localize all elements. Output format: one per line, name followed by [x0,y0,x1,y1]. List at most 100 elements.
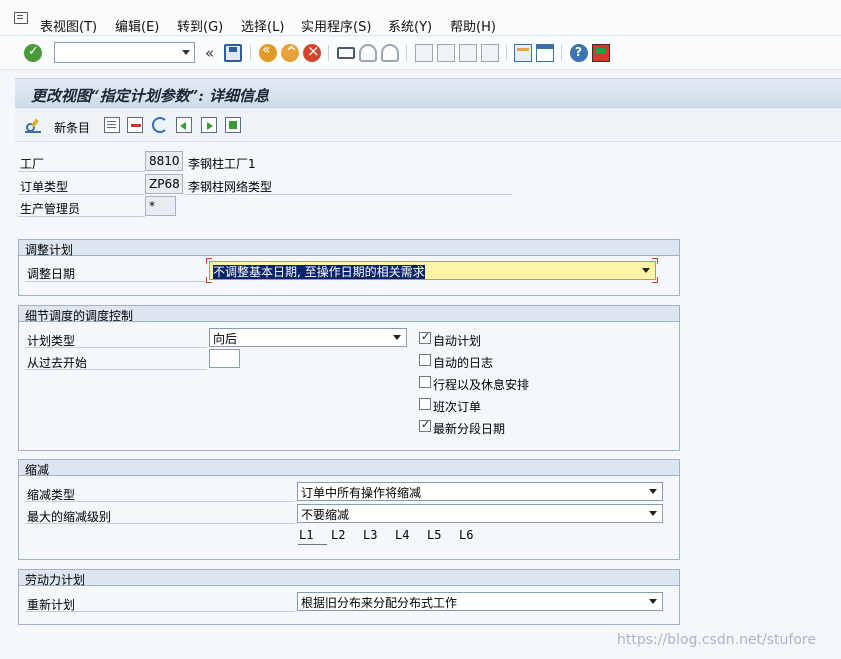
checkbox-label: 最新分段日期 [433,422,506,436]
adjust-dates-label: 调整日期 [27,267,76,281]
next-entry-icon[interactable] [201,117,217,133]
label-underline [25,347,207,348]
automatic-log-checkbox[interactable] [419,354,431,366]
adjust-dates-dropdown[interactable]: 不调整基本日期, 至操作日期的相关需求 [209,261,656,280]
reduction-type-value: 订单中所有操作将缩减 [301,486,422,500]
next-page-icon[interactable] [459,44,477,62]
automatic-scheduling-checkbox[interactable] [419,330,431,344]
travel-breaks-checkbox[interactable] [419,376,431,388]
chevron-down-icon[interactable] [393,335,401,340]
reduction-level-label: L6 [459,528,474,542]
reduction-level-label: L5 [427,528,442,542]
order-type-field: ZP68 [145,174,183,194]
level-underline [298,544,327,545]
create-session-icon[interactable] [514,44,532,62]
checkbox-label: 班次订单 [433,400,482,414]
latest-staging-date-checkbox[interactable] [419,418,431,432]
label-underline [18,171,145,172]
print-icon[interactable] [337,47,355,59]
menu-edit[interactable]: 编辑(E) [115,16,159,35]
help-icon[interactable] [570,44,588,62]
production-supervisor-field: * [145,196,176,216]
chevron-down-icon[interactable] [642,268,650,273]
scheduling-type-dropdown[interactable]: 向后 [209,328,407,347]
chevron-down-icon[interactable] [649,511,657,516]
toolbar-separator [406,45,407,61]
reduction-type-dropdown[interactable]: 订单中所有操作将缩减 [297,482,663,501]
new-entries-button[interactable]: 新条目 [54,119,90,136]
system-menu-icon[interactable] [14,12,28,24]
screen-title-bar: 更改视图“指定计划参数”: 详细信息 [15,78,841,108]
checkbox-label: 行程以及休息安排 [433,378,530,392]
chevron-down-icon[interactable] [649,489,657,494]
chevron-down-icon[interactable] [649,599,657,604]
rescheduling-value: 根据旧分布来分配分布式工作 [301,596,458,610]
select-block-icon[interactable] [225,117,241,133]
reduction-level-label: L1 [299,528,314,542]
customize-layout-icon[interactable] [592,44,610,62]
checkbox-label: 自动的日志 [433,356,494,370]
label-underline [25,281,207,282]
reduction-level-label: L2 [331,528,346,542]
reduction-level-label: L4 [395,528,410,542]
display-change-icon[interactable] [25,117,41,133]
label-underline [25,501,295,502]
menu-table-view[interactable]: 表视图(T) [40,16,97,35]
shift-order-checkbox[interactable] [419,398,431,410]
focus-corner [652,277,658,283]
plant-field: 8810 [145,151,183,171]
label-underline [18,194,145,195]
menu-help[interactable]: 帮助(H) [450,16,496,35]
menu-selection[interactable]: 选择(L) [241,16,284,35]
focus-corner [652,258,658,264]
find-next-icon[interactable] [381,44,399,62]
save-icon[interactable] [224,44,242,62]
exit-icon[interactable] [281,44,299,62]
rescheduling-dropdown[interactable]: 根据旧分布来分配分布式工作 [297,592,663,611]
first-page-icon[interactable] [415,44,433,62]
label-underline [18,216,145,217]
back-icon[interactable] [259,42,277,62]
reduction-level-label: L3 [363,528,378,542]
shortcut-icon[interactable] [536,44,554,62]
menu-utilities[interactable]: 实用程序(S) [301,16,371,35]
toolbar-separator [561,45,562,61]
order-type-description: 李钢柱网络类型 [188,180,273,194]
menu-goto[interactable]: 转到(G) [177,16,223,35]
enter-icon[interactable] [24,44,42,62]
max-reduction-level-dropdown[interactable]: 不要缩减 [297,504,663,523]
plant-label: 工厂 [20,157,45,171]
detailed-scheduling-group: 细节调度的调度控制 [18,305,680,451]
max-reduction-level-value: 不要缩减 [301,508,350,522]
plant-description: 李钢柱工厂1 [188,157,256,171]
order-type-label: 订单类型 [20,180,69,194]
label-underline [25,611,295,612]
start-in-past-input[interactable] [209,349,240,368]
label-underline [25,369,207,370]
chevron-down-icon[interactable] [182,50,190,55]
focus-corner [206,258,212,264]
toolbar-separator [250,45,251,61]
previous-page-icon[interactable] [437,44,455,62]
production-supervisor-label: 生产管理员 [20,202,81,216]
cancel-icon[interactable] [303,42,321,62]
last-page-icon[interactable] [481,44,499,62]
group-title: 缩减 [19,460,679,477]
copy-as-icon[interactable] [104,117,120,133]
toolbar-separator [506,45,507,61]
undo-icon[interactable] [152,117,168,133]
delete-icon[interactable] [127,117,143,133]
find-icon[interactable] [359,44,377,62]
page-title: 更改视图“指定计划参数”: 详细信息 [31,87,270,105]
command-field[interactable] [54,42,195,63]
checkbox-label: 自动计划 [433,334,482,348]
collapse-command-icon[interactable]: « [205,44,214,62]
previous-entry-icon[interactable] [176,117,192,133]
group-title: 劳动力计划 [19,570,679,587]
menu-system[interactable]: 系统(Y) [388,16,432,35]
focus-corner [206,277,212,283]
adjust-dates-value: 不调整基本日期, 至操作日期的相关需求 [213,265,425,279]
group-title: 调整计划 [19,240,679,257]
description-underline [186,194,512,195]
scheduling-type-value: 向后 [213,332,238,346]
